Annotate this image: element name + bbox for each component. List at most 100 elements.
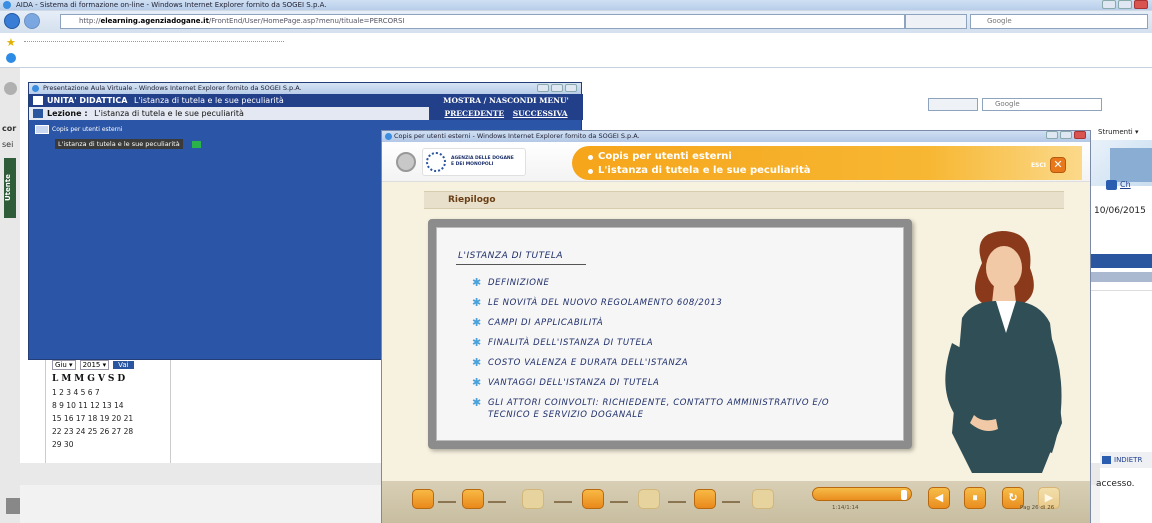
lezione-label: Lezione : [47,109,88,118]
window-controls [1102,0,1148,9]
inner-search-input[interactable]: Google [982,98,1102,111]
glossary-button[interactable] [522,489,544,509]
right-nav-bar [1090,254,1152,268]
asterisk-icon: ✱ [472,396,482,409]
maximize-button[interactable] [1118,0,1132,9]
page-label-sei: sei [2,140,14,149]
inner-refresh-buttons[interactable] [928,98,978,111]
divider [1090,290,1152,291]
topic-item[interactable]: ✱ LE NOVITÀ DEL NUOVO REGOLAMENTO 608/201… [472,297,848,317]
minimize-button[interactable] [1102,0,1116,9]
topic-item[interactable]: ✱ GLI ATTORI COINVOLTI: RICHIEDENTE, CONT… [472,397,848,423]
aula-window-controls [537,84,577,92]
page-counter: Pag 26 di 26 [1020,505,1055,511]
calendar-frame [20,360,46,463]
maximize-button[interactable] [551,84,563,92]
folder-icon [35,125,49,134]
esci-button[interactable]: ESCI ✕ [1031,157,1066,173]
divider [488,501,506,503]
agency-name-1: AGENZIA DELLE DOGANE [451,156,514,161]
course-header: AGENZIA DELLE DOGANE E DEI MONOPOLI Copis… [382,142,1090,182]
tree-root-label: Copis per utenti esterni [52,126,123,133]
inner-address-bar: Google [928,98,1148,112]
url-domain: elearning.agenziadogane.it [100,17,209,25]
suggested-sites-icon[interactable] [6,53,16,63]
resources-button[interactable] [638,489,660,509]
year-select[interactable]: 2015 ▾ [79,360,110,370]
asterisk-icon: ✱ [472,336,482,349]
agency-name-2: E DEI MONOPOLI [451,162,494,167]
asterisk-icon: ✱ [472,316,482,329]
accesso-text: accesso. [1096,479,1135,489]
close-button[interactable] [1074,131,1086,139]
address-field[interactable]: http://elearning.agenziadogane.it/FrontE… [60,14,905,29]
topic-label: COSTO VALENZA E DURATA DELL'ISTANZA [488,358,689,368]
calendar-week[interactable]: 29 30 [52,440,170,449]
current-date: 10/06/2015 [1094,206,1146,216]
notes-button[interactable] [582,489,604,509]
close-button[interactable] [1134,0,1148,9]
back-button[interactable] [4,13,20,29]
forward-button[interactable] [24,13,40,29]
utente-tab[interactable]: Utente [4,158,16,218]
bullet-icon [588,155,593,160]
divider [438,501,456,503]
calendar-week[interactable]: 22 23 24 25 26 27 28 [52,427,170,436]
close-button[interactable] [565,84,577,92]
successiva-link[interactable]: SUCCESSIVA [513,109,568,118]
chiudi-link[interactable]: Ch [1106,180,1131,190]
presenter-illustration [945,231,1062,473]
vai-button[interactable]: Vai [113,361,134,369]
progress-knob[interactable] [901,490,907,500]
close-icon: ✕ [1050,157,1066,173]
esci-label: ESCI [1030,161,1046,169]
strumenti-menu[interactable]: Strumenti ▾ [1098,128,1139,136]
player-controls: 1:14/1:14 ◀ ⏸ ↻ ▶ Pag 26 di 26 [382,481,1090,523]
tree-root[interactable]: Copis per utenti esterni [35,125,235,134]
print-button[interactable] [752,489,774,509]
topic-item[interactable]: ✱ DEFINIZIONE [472,277,848,297]
calendar-week[interactable]: 1 2 3 4 5 6 7 [52,388,170,397]
topic-item[interactable]: ✱ COSTO VALENZA E DURATA DELL'ISTANZA [472,357,848,377]
previous-button[interactable]: ◀ [928,487,950,509]
asterisk-icon: ✱ [472,356,482,369]
topic-label: DEFINIZIONE [488,278,550,288]
topic-item[interactable]: ✱ CAMPI DI APPLICABILITÀ [472,317,848,337]
copis-title-bar: Copis per utenti esterni - Windows Inter… [382,131,1090,142]
topic-label: FINALITÀ DELL'ISTANZA DI TUTELA [488,338,654,348]
calendar-divider [170,360,171,463]
menu-button[interactable] [412,489,434,509]
topic-item[interactable]: ✱ VANTAGGI DELL'ISTANZA DI TUTELA [472,377,848,397]
help-button[interactable] [694,489,716,509]
month-select[interactable]: Giu ▾ [52,360,76,370]
ie-icon [3,1,11,9]
calendar-week[interactable]: 8 9 10 11 12 13 14 [52,401,170,410]
agency-logo: AGENZIA DELLE DOGANE E DEI MONOPOLI [422,148,526,176]
browser-title-bar: AIDA - Sistema di formazione on-line - W… [0,0,1152,10]
calendar-week[interactable]: 15 16 17 18 19 20 21 [52,414,170,423]
maximize-button[interactable] [1060,131,1072,139]
refresh-stop-buttons[interactable] [905,14,967,29]
progress-slider[interactable] [812,487,912,501]
time-display: 1:14/1:14 [832,505,859,511]
precedente-link[interactable]: PRECEDENTE [444,109,504,118]
indietro-button[interactable]: INDIETR [1100,452,1152,468]
browser-title: AIDA - Sistema di formazione on-line - W… [16,1,327,9]
pause-button[interactable]: ⏸ [964,487,986,509]
copis-window: Copis per utenti esterni - Windows Inter… [381,130,1091,523]
topic-item[interactable]: ✱ FINALITÀ DELL'ISTANZA DI TUTELA [472,337,848,357]
audio-button[interactable] [462,489,484,509]
favorites-links [24,39,284,42]
asterisk-icon: ✱ [472,276,482,289]
address-bar-row: http://elearning.agenziadogane.it/FrontE… [0,11,1152,33]
tree-item-lesson[interactable]: L'istanza di tutela e le sue peculiarità [55,139,235,149]
asterisk-icon: ✱ [472,376,482,389]
topic-label: VANTAGGI DELL'ISTANZA DI TUTELA [488,378,660,388]
minimize-button[interactable] [1046,131,1058,139]
board-title: L'ISTANZA DI TUTELA [458,251,563,261]
ie-icon [385,133,392,140]
favorites-star-icon[interactable]: ★ [6,36,16,49]
mostra-nascondi-menu-link[interactable]: MOSTRA / NASCONDI MENU' [429,94,583,107]
minimize-button[interactable] [537,84,549,92]
search-input[interactable]: Google [970,14,1148,29]
